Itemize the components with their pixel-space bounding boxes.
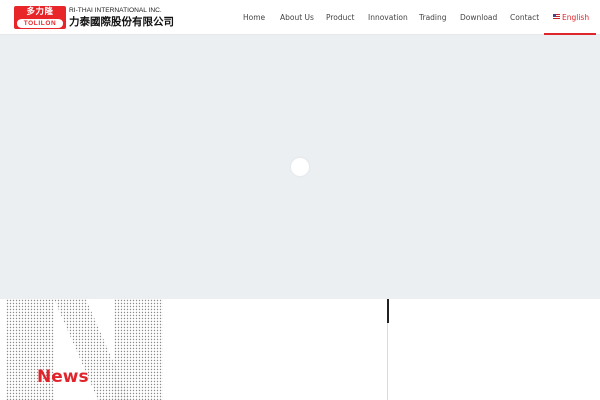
news-section: News bbox=[0, 299, 600, 400]
nav-item-download[interactable]: Download bbox=[460, 11, 497, 25]
nav-item-language[interactable]: English bbox=[553, 11, 589, 25]
logo-badge-bottom-text: TOLILON bbox=[17, 19, 63, 28]
site-header: 多力隆 TOLILON RI-THAI INTERNATIONAL INC. 力… bbox=[0, 0, 600, 35]
nav-item-home[interactable]: Home bbox=[243, 11, 265, 25]
nav-item-trading[interactable]: Trading bbox=[419, 11, 447, 25]
nav-item-innovation[interactable]: Innovation bbox=[368, 11, 408, 25]
company-name-en: RI-THAI INTERNATIONAL INC. bbox=[69, 7, 162, 14]
logo-badge: 多力隆 TOLILON bbox=[14, 6, 66, 29]
nav-item-product[interactable]: Product bbox=[326, 11, 354, 25]
us-flag-icon bbox=[553, 14, 560, 19]
news-heading: News bbox=[37, 367, 89, 387]
hero-slider[interactable] bbox=[0, 35, 600, 299]
nav-language-label: English bbox=[562, 13, 590, 22]
nav-item-contact[interactable]: Contact bbox=[510, 11, 539, 25]
logo-badge-top-text: 多力隆 bbox=[26, 7, 54, 17]
timeline-marker bbox=[387, 299, 389, 323]
nav-item-about-us[interactable]: About Us bbox=[280, 11, 314, 25]
site-logo[interactable]: 多力隆 TOLILON RI-THAI INTERNATIONAL INC. 力… bbox=[14, 6, 174, 30]
company-name-zh: 力泰國際股份有限公司 bbox=[69, 16, 174, 28]
loading-circle-icon bbox=[291, 158, 309, 176]
